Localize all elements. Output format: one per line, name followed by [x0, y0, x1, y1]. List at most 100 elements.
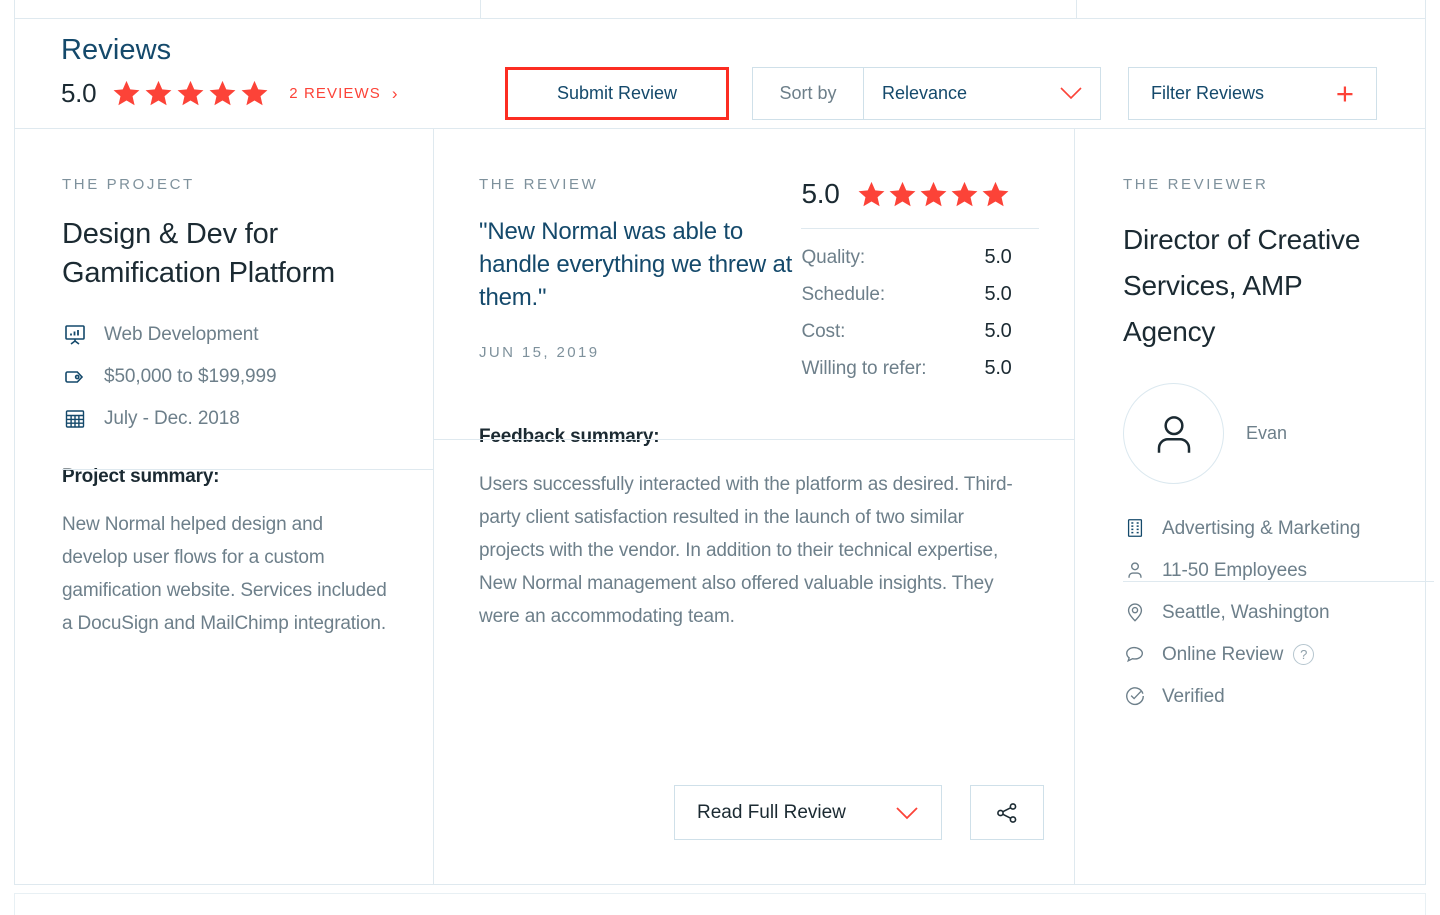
project-summary: Project summary: New Normal helped desig…	[15, 466, 433, 640]
reviews-page: Reviews 5.0 2 REVIEWS › Submit Review So…	[0, 0, 1440, 915]
star-icon	[176, 79, 205, 108]
avatar	[1123, 383, 1224, 484]
list-item: Advertising & Marketing	[1123, 514, 1395, 543]
list-item: Verified	[1123, 682, 1395, 711]
score-label: Schedule:	[801, 284, 886, 305]
overall-rating-row: 5.0 2 REVIEWS ›	[61, 78, 399, 109]
share-icon	[994, 800, 1020, 826]
review-date: JUN 15, 2019	[479, 344, 600, 361]
sort-control: Sort by Relevance	[752, 67, 1101, 120]
location-pin-icon	[1123, 598, 1147, 627]
score-row: Willing to refer: 5.0	[801, 357, 1011, 380]
reviewer-column: THE REVIEWER Director of Creative Servic…	[1075, 129, 1434, 885]
building-icon	[1123, 514, 1147, 543]
score-value: 5.0	[984, 320, 1012, 342]
speech-bubble-icon	[1123, 640, 1147, 669]
review-scores: 5.0 Quality: 5.0 Schedule: 5.0 Cost: 5.0…	[801, 176, 1074, 394]
divider	[1123, 581, 1434, 582]
score-label: Cost:	[801, 321, 846, 342]
avatar-name: Evan	[1246, 423, 1288, 443]
price-tag-icon	[62, 365, 88, 389]
reviews-count-link[interactable]: 2 REVIEWS ›	[289, 85, 398, 102]
review-type-label: Online Review	[1162, 644, 1284, 665]
review-star-rating	[857, 180, 1010, 209]
star-icon	[950, 180, 979, 209]
reviews-toolbar: Submit Review Sort by Relevance Filter R…	[505, 67, 1377, 120]
reviewer-facts: Advertising & Marketing 11-50 Employees	[1075, 484, 1425, 711]
sort-select-value: Relevance	[882, 83, 968, 103]
reviews-count-label: 2 REVIEWS	[289, 85, 381, 102]
check-circle-icon	[1123, 682, 1147, 711]
filter-reviews-label: Filter Reviews	[1151, 83, 1265, 103]
score-value: 5.0	[984, 357, 1012, 379]
review-body: THE PROJECT Design & Dev for Gamificatio…	[15, 129, 1434, 885]
star-icon	[144, 79, 173, 108]
project-eyebrow: THE PROJECT	[62, 176, 195, 193]
chevron-down-icon	[1060, 87, 1082, 100]
list-item: Web Development	[62, 323, 399, 347]
page-title: Reviews	[61, 34, 172, 66]
star-icon	[240, 79, 269, 108]
help-icon[interactable]: ?	[1293, 644, 1315, 665]
score-row: Schedule: 5.0	[801, 283, 1011, 306]
list-item-label: Verified	[1162, 686, 1225, 707]
list-item-label: July - Dec. 2018	[104, 408, 240, 429]
review-quote: "New Normal was able to handle everythin…	[479, 218, 793, 311]
score-value: 5.0	[984, 283, 1012, 305]
star-icon	[981, 180, 1010, 209]
list-item: Seattle, Washington	[1123, 598, 1395, 627]
sort-select[interactable]: Relevance	[863, 67, 1101, 120]
review-column: THE REVIEW "New Normal was able to handl…	[434, 129, 1075, 885]
plus-icon: +	[1335, 76, 1354, 111]
calendar-icon	[62, 407, 88, 431]
presentation-chart-icon	[62, 323, 88, 347]
review-actions: Read Full Review	[674, 785, 1044, 840]
divider	[801, 228, 1040, 229]
list-item-label: Seattle, Washington	[1162, 602, 1330, 623]
read-full-review-button[interactable]: Read Full Review	[674, 785, 942, 840]
chevron-right-icon: ›	[391, 84, 399, 103]
score-label: Willing to refer:	[801, 358, 927, 379]
project-summary-text: New Normal helped design and develop use…	[62, 514, 387, 634]
feedback-summary-text: Users successfully interacted with the p…	[479, 474, 1013, 627]
reviews-header-left: Reviews 5.0 2 REVIEWS ›	[61, 33, 399, 109]
score-row: Quality: 5.0	[801, 246, 1011, 269]
feedback-summary-heading: Feedback summary:	[479, 426, 660, 447]
list-item-label: Advertising & Marketing	[1162, 518, 1361, 539]
divider	[434, 439, 1075, 440]
list-item: $50,000 to $199,999	[62, 365, 399, 389]
reviewer-identity: Evan	[1123, 383, 1385, 484]
score-value: 5.0	[984, 246, 1012, 268]
next-card-remnant	[14, 893, 1426, 915]
reviewer-eyebrow: THE REVIEWER	[1123, 176, 1269, 193]
project-title: Design & Dev for Gamification Platform	[62, 218, 335, 289]
score-row: Cost: 5.0	[801, 320, 1011, 343]
overall-rating-value: 5.0	[61, 78, 97, 108]
reviews-header: Reviews 5.0 2 REVIEWS › Submit Review So…	[15, 19, 1425, 129]
star-icon	[208, 79, 237, 108]
chevron-down-icon	[895, 806, 919, 820]
read-full-review-label: Read Full Review	[697, 801, 846, 823]
divider	[62, 469, 434, 470]
review-eyebrow: THE REVIEW	[479, 176, 599, 193]
star-icon	[112, 79, 141, 108]
feedback-summary: Feedback summary: Users successfully int…	[434, 394, 1074, 633]
sort-by-label: Sort by	[752, 67, 863, 120]
list-item-label: $50,000 to $199,999	[104, 366, 277, 387]
star-icon	[857, 180, 886, 209]
filter-reviews-button[interactable]: Filter Reviews +	[1128, 67, 1377, 120]
review-card: Reviews 5.0 2 REVIEWS › Submit Review So…	[14, 18, 1434, 885]
submit-review-button[interactable]: Submit Review	[505, 67, 729, 120]
previous-card-remnant	[14, 0, 1426, 18]
review-score-value: 5.0	[801, 178, 840, 209]
reviewer-title: Director of Creative Services, AMP Agenc…	[1123, 224, 1361, 347]
star-icon	[888, 180, 917, 209]
star-icon	[919, 180, 948, 209]
share-button[interactable]	[970, 785, 1044, 840]
list-item: July - Dec. 2018	[62, 407, 399, 431]
project-meta-list: Web Development $50,000 to $199,999 July…	[62, 323, 399, 431]
overall-star-rating	[112, 79, 269, 108]
list-item-label: Web Development	[104, 324, 259, 345]
list-item: Online Review ?	[1123, 640, 1395, 669]
list-item-label: Online Review ?	[1162, 640, 1315, 669]
